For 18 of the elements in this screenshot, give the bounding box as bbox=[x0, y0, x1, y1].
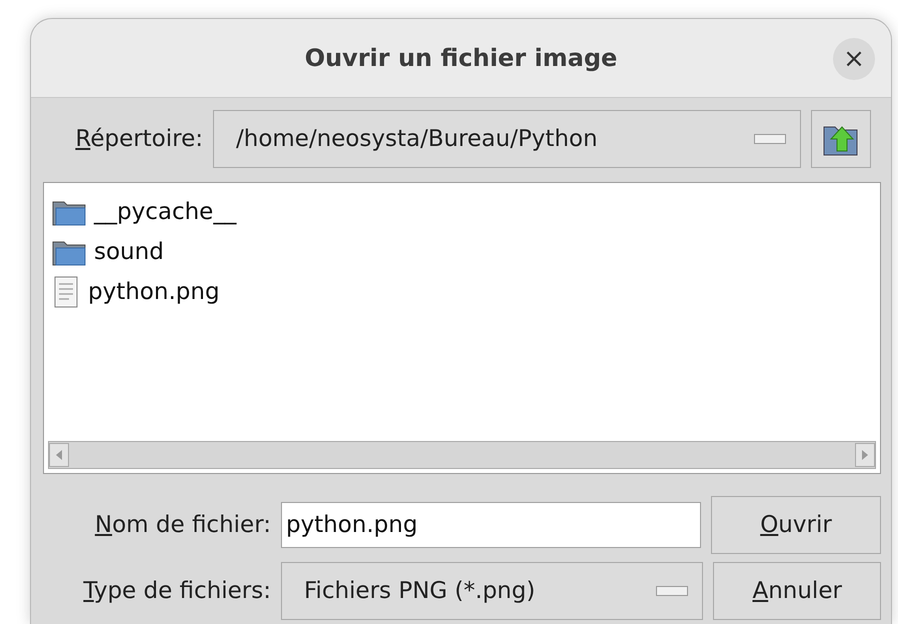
file-type-label: Type de fichiers: bbox=[82, 578, 271, 604]
file-list-item[interactable]: python.png bbox=[52, 273, 872, 311]
file-list-item[interactable]: sound bbox=[52, 233, 872, 271]
scroll-right-icon[interactable] bbox=[861, 449, 869, 461]
parent-folder-button[interactable] bbox=[811, 110, 871, 168]
cancel-button[interactable]: Annuler bbox=[713, 562, 881, 620]
filename-field[interactable]: python.png bbox=[281, 502, 701, 548]
open-button[interactable]: Ouvrir bbox=[711, 496, 881, 554]
file-type-dropdown[interactable]: Fichiers PNG (*.png) bbox=[281, 562, 704, 620]
directory-dropdown[interactable]: /home/neosysta/Bureau/Python bbox=[213, 110, 801, 168]
scroll-left-icon[interactable] bbox=[55, 449, 63, 461]
filename-label: Nom de fichier: bbox=[94, 512, 271, 538]
window-title: Ouvrir un fichier image bbox=[304, 44, 618, 72]
document-icon bbox=[52, 276, 80, 308]
horizontal-scrollbar[interactable] bbox=[48, 441, 876, 469]
close-button[interactable]: × bbox=[833, 38, 875, 80]
directory-label: Répertoire: bbox=[74, 126, 203, 152]
file-list-item[interactable]: __pycache__ bbox=[52, 193, 872, 231]
